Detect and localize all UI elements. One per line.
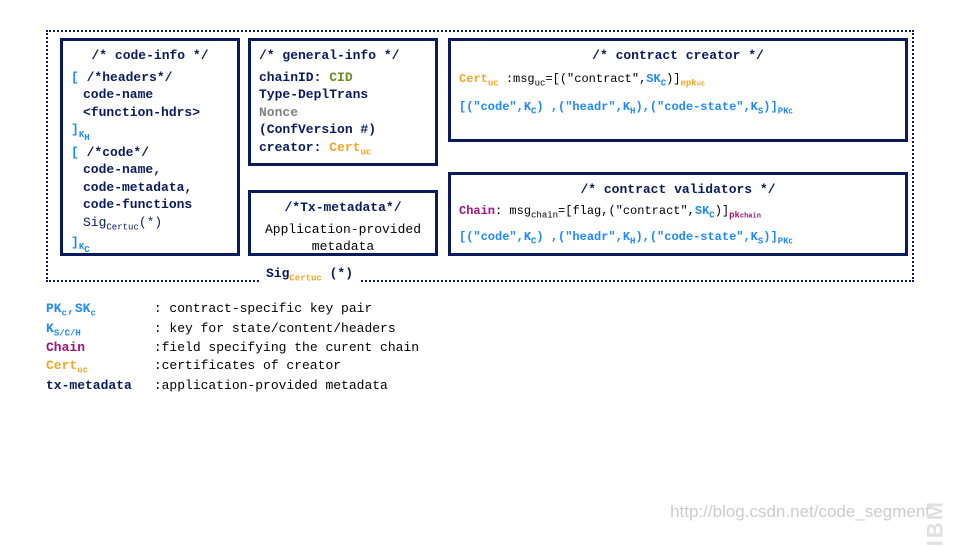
creator-line1: Certuc :msguc=[("contract",SKC)]epkuc: [459, 71, 897, 90]
panel-tx-metadata: /*Tx-metadata*/ Application-provided met…: [248, 190, 438, 256]
code-block: [ /*code*/ code-name, code-metadata, cod…: [71, 144, 229, 256]
headers-block: [ /*headers*/ code-name <function-hdrs> …: [71, 69, 229, 144]
signature-label: SigCertuc (*): [260, 266, 359, 284]
panel-code-info: /* code-info */ [ /*headers*/ code-name …: [60, 38, 240, 256]
panel-title: /* contract creator */: [459, 47, 897, 65]
watermark-url: http://blog.csdn.net/code_segment: [670, 502, 930, 522]
panel-contract-creator: /* contract creator */ Certuc :msguc=[("…: [448, 38, 908, 142]
panel-title: /* contract validators */: [459, 181, 897, 199]
panel-title: /* general-info */: [259, 47, 427, 65]
panel-title: /*Tx-metadata*/: [259, 199, 427, 217]
panel-general-info: /* general-info */ chainID: CID Type-Dep…: [248, 38, 438, 166]
legend-row: KS/C/H : key for state/content/headers: [46, 320, 419, 340]
legend: PKc,SKc : contract-specific key pair KS/…: [46, 300, 419, 394]
validators-line1: Chain: msgchain=[flag,("contract",SKC)]p…: [459, 203, 897, 222]
legend-row: tx-metadata :application-provided metada…: [46, 377, 419, 395]
creator-line2: [("code",KC) ,("headr",KH),("code-state"…: [459, 99, 897, 118]
watermark-ibm: IBM: [922, 500, 948, 546]
validators-line2: [("code",KC) ,("headr",KH),("code-state"…: [459, 229, 897, 248]
panel-title: /* code-info */: [71, 47, 229, 65]
legend-row: Certuc :certificates of creator: [46, 357, 419, 377]
legend-row: Chain :field specifying the curent chain: [46, 339, 419, 357]
legend-row: PKc,SKc : contract-specific key pair: [46, 300, 419, 320]
panel-contract-validators: /* contract validators */ Chain: msgchai…: [448, 172, 908, 256]
